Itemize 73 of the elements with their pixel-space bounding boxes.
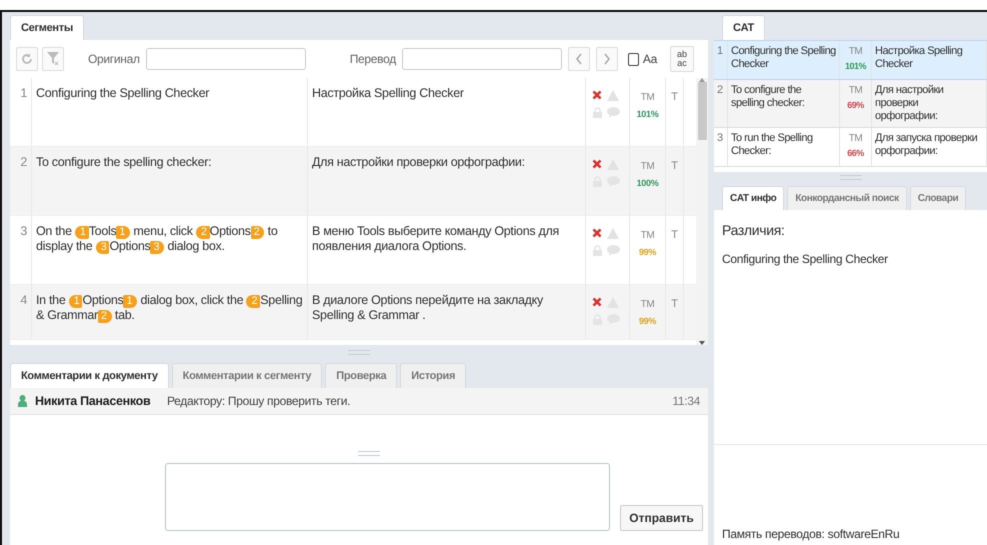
cat-match-row[interactable]: 2 To configure the spelling checker: TM 69% Для настройки проверки орфографии: (714, 80, 987, 128)
tab[interactable]: Конкордансный поиск (787, 186, 907, 210)
source-text: In the 1 Options 1 dialog box, click the 2 Spelling & Grammar 2 tab. (32, 285, 308, 339)
tm-label: TM (640, 91, 654, 105)
previous-button[interactable] (568, 47, 590, 71)
match-percent: 99% (638, 246, 656, 259)
source-filter-field[interactable] (146, 48, 306, 70)
tab[interactable]: История (400, 363, 466, 388)
person-icon (18, 395, 27, 407)
comment-time: 11:34 (672, 394, 700, 408)
send-button[interactable]: Отправить (620, 505, 703, 531)
scroll-down-icon[interactable] (699, 341, 705, 345)
warning-icon (607, 228, 619, 239)
chevron-right-icon (602, 53, 611, 65)
cat-match-row[interactable]: 3 To run the Spelling Checker: TM 66% Для запуска проверки орфографии: (714, 128, 987, 167)
next-button[interactable] (596, 47, 618, 71)
type-label: T (666, 147, 684, 215)
segment-number: 1 (10, 78, 32, 146)
target-filter-field[interactable] (402, 48, 562, 70)
type-label: T (666, 285, 684, 339)
tm-label: TM (640, 160, 654, 174)
source-text: To configure the spelling checker: (32, 147, 308, 215)
lock-icon (592, 245, 602, 256)
close-icon[interactable] (592, 90, 602, 100)
tab[interactable]: Сегменты (10, 15, 84, 40)
source-filter-label: Оригинал (88, 52, 140, 66)
cat-match-row[interactable]: 1 Configuring the Spelling Checker TM 101% Настройка Spelling Checker (714, 40, 987, 80)
scrollbar[interactable] (696, 78, 708, 345)
match-case-label: Aa (642, 52, 657, 66)
segment-number: 4 (10, 285, 32, 339)
tab[interactable]: Проверка (325, 363, 398, 388)
close-icon[interactable] (592, 159, 602, 169)
segment-number: 3 (10, 216, 32, 284)
filter-icon (46, 51, 60, 67)
close-icon[interactable] (592, 297, 602, 307)
type-label: T (666, 216, 684, 284)
target-text: В диалоге Options перейдите на закладку Spelling & Grammar . (308, 285, 586, 339)
tab[interactable]: CAT инфо (722, 186, 784, 210)
tab[interactable]: Комментарии к сегменту (172, 363, 322, 388)
match-percent: 101% (636, 108, 658, 121)
comment-author: Никита Панасенков (35, 394, 152, 408)
memory-label: Память переводов: softwareEnRu (722, 527, 900, 541)
tm-label: TM (640, 298, 654, 312)
type-label: T (666, 78, 684, 146)
lock-icon (592, 107, 602, 118)
refresh-button[interactable] (16, 47, 38, 71)
refresh-icon (20, 52, 34, 66)
segment-number: 2 (10, 147, 32, 215)
source-text: On the 1 Tools 1 menu, click 2 Options 2 to display the 3 Options 3 dialog box. (32, 216, 308, 284)
scrollbar-thumb[interactable] (698, 82, 706, 140)
clear-filter-button[interactable] (42, 47, 64, 71)
match-case-checkbox[interactable] (628, 52, 639, 66)
target-text: В меню Tools выберите команду Options для появления диалога Options. (308, 216, 586, 284)
tm-label: TM (640, 229, 654, 243)
info-text: Configuring the Spelling Checker (722, 252, 889, 266)
comment-text: Редактору: Прошу проверить теги. (167, 394, 350, 408)
chevron-left-icon (574, 53, 583, 65)
comment-icon[interactable] (606, 107, 620, 118)
tab[interactable]: Комментарии к документу (10, 363, 169, 388)
tab[interactable]: Словари (910, 186, 966, 210)
match-percent: 100% (636, 177, 658, 190)
close-icon[interactable] (592, 228, 602, 238)
target-text: Настройка Spelling Checker (308, 78, 586, 146)
comment-icon[interactable] (606, 245, 620, 256)
target-filter-label: Перевод (350, 52, 396, 66)
comment-input[interactable] (165, 463, 610, 531)
warning-icon (607, 90, 619, 101)
match-percent: 99% (638, 315, 656, 328)
info-heading: Различия: (722, 222, 786, 238)
tab[interactable]: CAT (722, 15, 765, 40)
replace-button[interactable]: ab ac (670, 46, 694, 72)
target-text: Для настройки проверки орфографии: (308, 147, 586, 215)
source-text: Configuring the Spelling Checker (32, 78, 308, 146)
